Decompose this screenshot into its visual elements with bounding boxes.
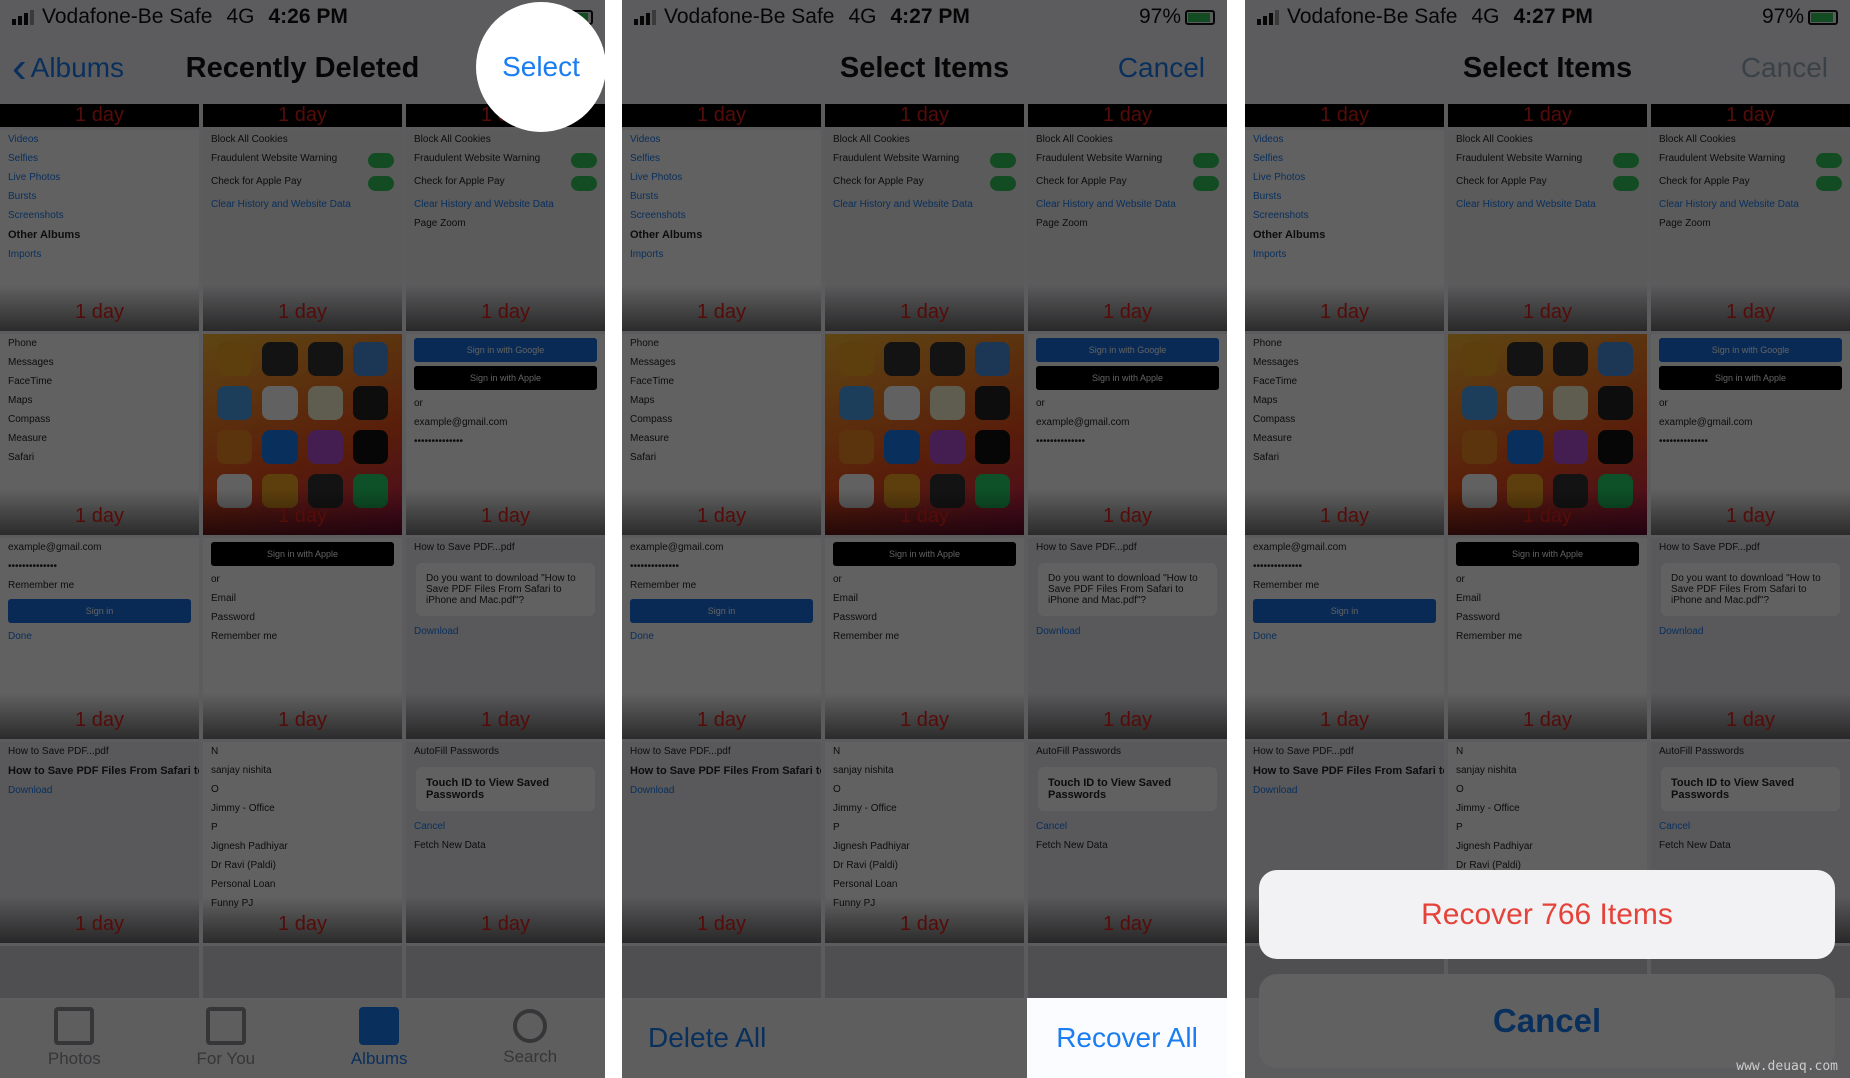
recover-all-button[interactable]: Recover All	[1027, 998, 1227, 1078]
select-button-highlight[interactable]: Select	[476, 2, 605, 132]
dim-overlay	[0, 0, 605, 1078]
dim-overlay	[622, 0, 1227, 1078]
watermark: www.deuaq.com	[1736, 1059, 1838, 1074]
panel-select-items: Vodafone-Be Safe4G4:27 PM97%Select Items…	[622, 0, 1227, 1078]
recover-items-button[interactable]: Recover 766 Items	[1259, 870, 1835, 959]
panel-recently-deleted: Vodafone-Be Safe4G4:26 PM97%‹AlbumsRecen…	[0, 0, 605, 1078]
panel-recover-confirm: Vodafone-Be Safe4G4:27 PM97%Select Items…	[1245, 0, 1850, 1078]
